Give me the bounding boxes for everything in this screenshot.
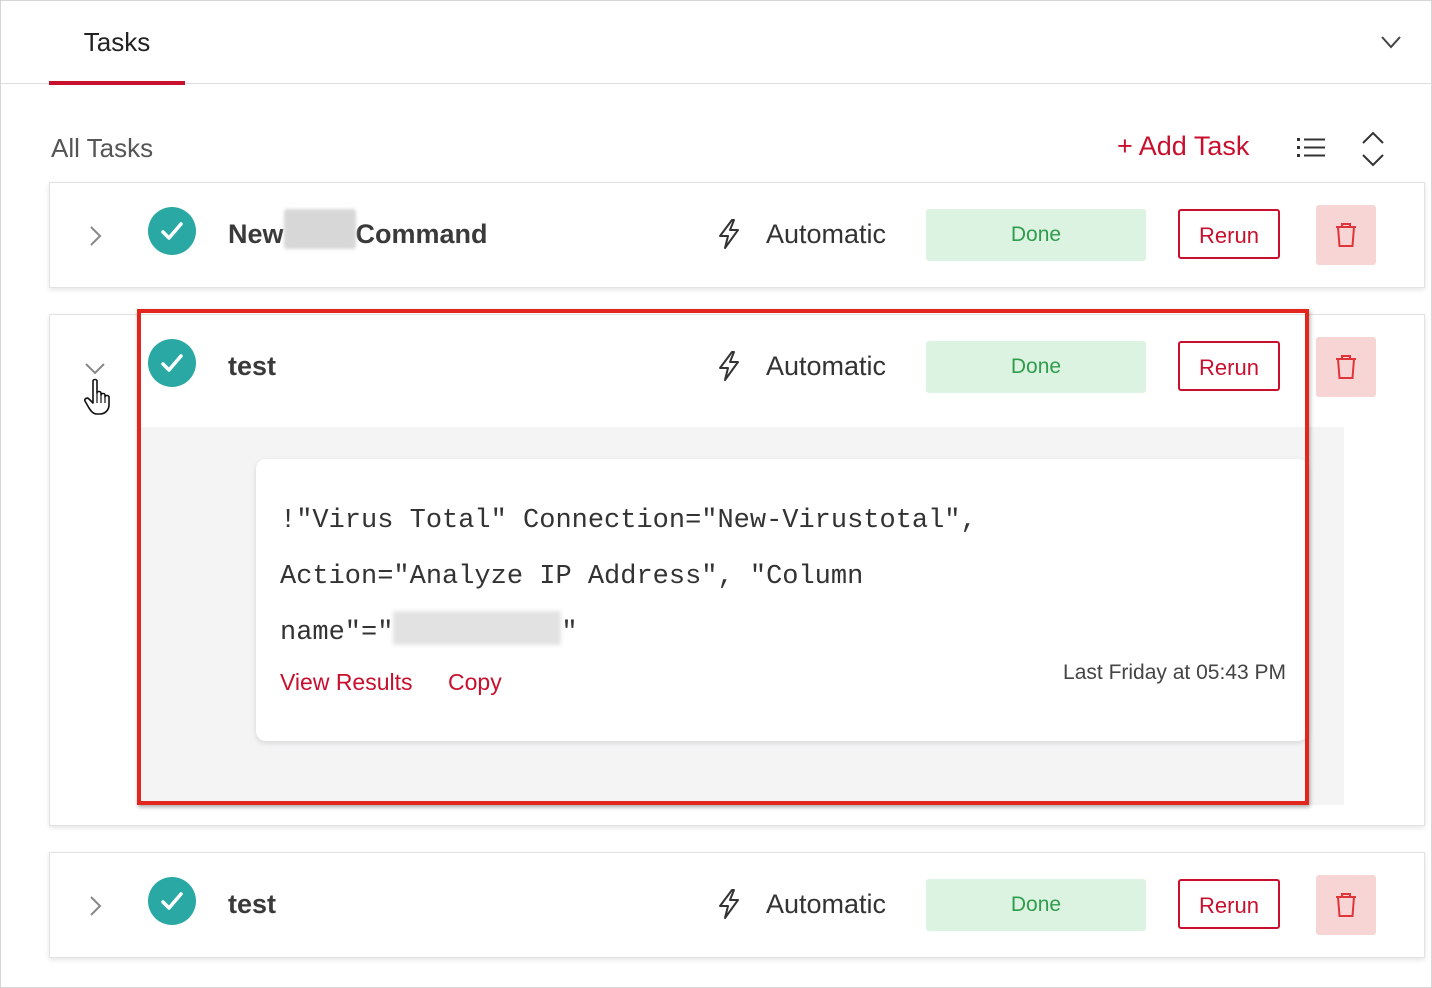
list-icon (1297, 138, 1325, 157)
redacted-ip (393, 610, 562, 645)
rerun-button[interactable]: Rerun (1178, 341, 1280, 391)
add-task-button[interactable]: + Add Task (1117, 131, 1249, 162)
list-view-button[interactable] (1291, 131, 1331, 167)
hand-cursor-icon (81, 377, 121, 417)
sort-icon (1362, 131, 1384, 167)
command-line: name"=" " (280, 605, 1280, 661)
lightning-icon (714, 349, 744, 383)
sort-button[interactable] (1357, 129, 1389, 169)
task-row: New Command Automatic Done Rerun (50, 183, 1424, 287)
section-title: All Tasks (51, 133, 154, 163)
task-mode: Automatic (766, 351, 887, 381)
delete-task-button[interactable] (1316, 875, 1376, 935)
rerun-button[interactable]: Rerun (1178, 879, 1280, 929)
trash-icon (1336, 893, 1356, 917)
task-mode: Automatic (766, 889, 887, 919)
task-name: test (228, 889, 277, 919)
timestamp: Last Friday at 05:43 PM (1063, 661, 1286, 684)
command-line: Action="Analyze IP Address", "Column (280, 562, 864, 592)
status-badge: Done (926, 209, 1146, 261)
delete-task-button[interactable] (1316, 205, 1376, 265)
trash-icon (1336, 355, 1356, 379)
expand-task-button[interactable] (80, 891, 110, 921)
delete-task-button[interactable] (1316, 337, 1376, 397)
task-name-prefix: New (228, 219, 284, 249)
expand-task-button[interactable] (80, 221, 110, 251)
trash-icon (1336, 223, 1356, 247)
task-row: test Automatic Done Rerun (50, 853, 1424, 957)
tab-bar: Tasks (1, 1, 1431, 85)
command-line: !"Virus Total" Connection="New-Virustota… (280, 506, 977, 536)
tab-tasks[interactable]: Tasks (49, 1, 185, 85)
redacted-text (283, 208, 356, 249)
collapse-panel-button[interactable] (1373, 27, 1409, 57)
task-name: New Command (228, 208, 488, 250)
task-card-expanded: test Automatic Done Rerun !"Virus Total"… (49, 314, 1425, 826)
lightning-icon (714, 217, 744, 251)
command-text: !"Virus Total" Connection="New-Virustota… (280, 493, 1280, 661)
command-detail-card: !"Virus Total" Connection="New-Virustota… (256, 459, 1308, 741)
task-name-suffix: Command (355, 219, 488, 249)
check-circle-icon (148, 877, 196, 925)
tab-tasks-label: Tasks (83, 27, 151, 57)
check-circle-icon (148, 339, 196, 387)
chevron-right-icon (90, 226, 102, 246)
status-badge: Done (926, 341, 1146, 393)
task-mode: Automatic (766, 219, 887, 249)
task-name: test (228, 351, 277, 381)
view-results-link[interactable]: View Results (280, 669, 413, 696)
copy-link[interactable]: Copy (448, 669, 502, 696)
lightning-icon (714, 887, 744, 921)
task-card: test Automatic Done Rerun (49, 852, 1425, 958)
chevron-right-icon (90, 896, 102, 916)
active-tab-indicator (49, 81, 185, 85)
check-circle-icon (148, 207, 196, 255)
task-row: test Automatic Done Rerun (50, 315, 1424, 419)
rerun-button[interactable]: Rerun (1178, 209, 1280, 259)
command-line-suffix: " (561, 618, 578, 648)
status-badge: Done (926, 879, 1146, 931)
tasks-panel: Tasks All Tasks + Add Task New Command A… (0, 0, 1432, 988)
task-card: New Command Automatic Done Rerun (49, 182, 1425, 288)
chevron-down-icon (1381, 36, 1401, 49)
command-line-prefix: name"=" (280, 618, 394, 648)
